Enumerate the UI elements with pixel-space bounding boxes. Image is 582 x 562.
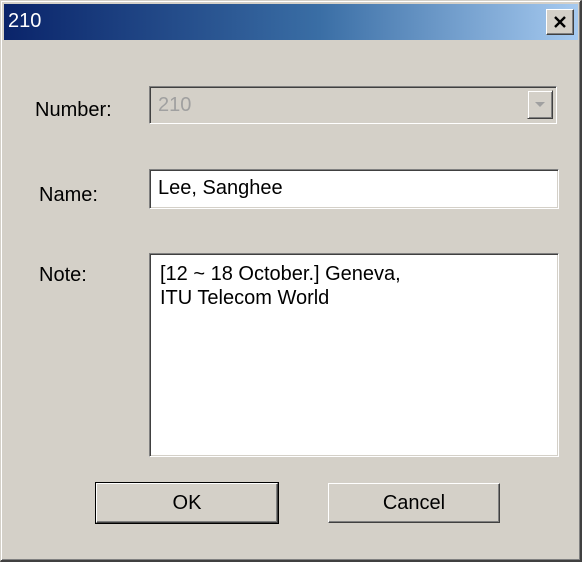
number-dropdown-button <box>527 90 553 119</box>
cancel-button[interactable]: Cancel <box>328 483 500 523</box>
note-line: [12 ~ 18 October.] Geneva, <box>160 263 401 285</box>
name-input[interactable]: Lee, Sanghee <box>149 169 559 209</box>
name-value: Lee, Sanghee <box>158 177 283 199</box>
number-label: Number: <box>35 99 112 121</box>
close-icon <box>554 16 566 28</box>
note-textarea[interactable]: [12 ~ 18 October.] Geneva, ITU Telecom W… <box>149 253 559 457</box>
title-bar[interactable]: 210 <box>4 4 578 40</box>
name-label: Name: <box>39 184 98 206</box>
note-line: ITU Telecom World <box>160 287 330 309</box>
number-value: 210 <box>158 94 192 116</box>
dialog-window: 210 Number: 210 Name: Lee, Sanghee Note:… <box>0 0 582 562</box>
note-label: Note: <box>39 264 87 286</box>
number-select: 210 <box>149 86 557 124</box>
window-title: 210 <box>8 10 42 32</box>
chevron-down-icon <box>535 101 545 107</box>
close-button[interactable] <box>546 9 574 35</box>
note-value: [12 ~ 18 October.] Geneva, ITU Telecom W… <box>160 262 548 310</box>
ok-button[interactable]: OK <box>95 482 279 524</box>
